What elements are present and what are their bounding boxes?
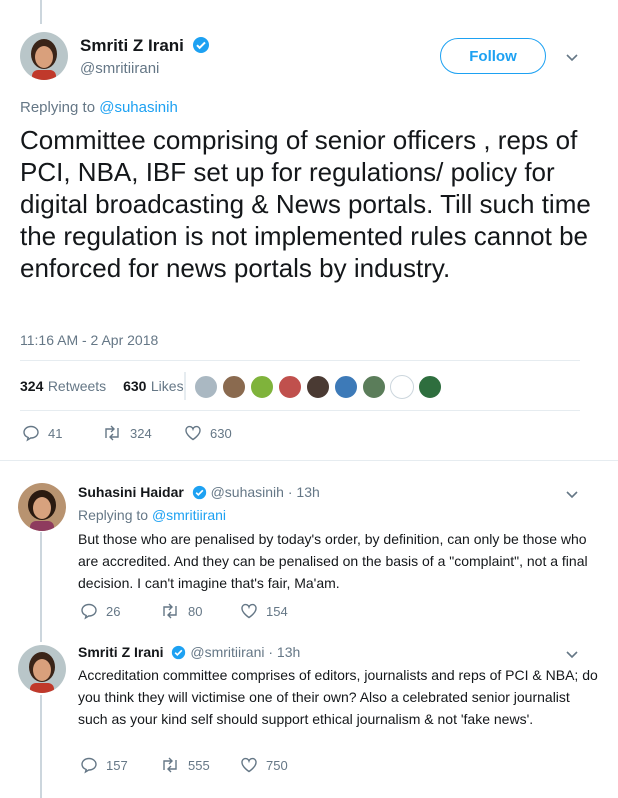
- reply-time[interactable]: 13h: [277, 644, 300, 660]
- follow-button[interactable]: Follow: [440, 38, 546, 74]
- liker-avatar[interactable]: [418, 375, 442, 399]
- replying-to-label: Replying to: [78, 507, 149, 523]
- reply-avatar[interactable]: [18, 645, 66, 693]
- reply-count: 41: [48, 425, 63, 441]
- liker-avatar[interactable]: [390, 375, 414, 399]
- retweet-count-label[interactable]: Retweets: [48, 378, 106, 394]
- retweet-button[interactable]: 555: [160, 756, 210, 774]
- divider: [20, 410, 580, 411]
- separator: ·: [268, 644, 274, 660]
- reply-author-handle[interactable]: @smritiirani: [190, 644, 264, 660]
- retweet-button[interactable]: 80: [160, 602, 202, 620]
- like-button[interactable]: 630: [184, 424, 232, 442]
- chevron-down-icon[interactable]: [564, 646, 580, 662]
- retweet-count[interactable]: 324: [20, 378, 43, 394]
- like-icon: [241, 603, 257, 619]
- reply-icon: [23, 425, 39, 442]
- reply-text: But those who are penalised by today's o…: [78, 531, 588, 591]
- like-count-action: 630: [210, 425, 232, 441]
- verified-badge-icon: [192, 485, 207, 503]
- tweet-text: Committee comprising of senior officers …: [20, 125, 591, 283]
- divider: [20, 360, 580, 361]
- like-count: 750: [266, 757, 288, 773]
- reply-author-name[interactable]: Suhasini Haidar: [78, 484, 184, 500]
- like-icon: [185, 425, 201, 441]
- separator: ·: [287, 484, 293, 500]
- reply-button[interactable]: 157: [80, 756, 128, 774]
- tweet-stats: 324 Retweets 630 Likes: [20, 378, 184, 396]
- reply-icon: [81, 757, 97, 774]
- retweet-icon: [163, 603, 177, 619]
- retweet-count: 555: [188, 757, 210, 773]
- like-count[interactable]: 630: [123, 378, 146, 394]
- reply-time[interactable]: 13h: [296, 484, 319, 500]
- replying-to-handle-link[interactable]: @suhasinih: [99, 99, 178, 116]
- like-icon: [241, 757, 257, 773]
- liker-avatar[interactable]: [250, 375, 274, 399]
- liker-avatar[interactable]: [194, 375, 218, 399]
- reply-text: Accreditation committee comprises of edi…: [78, 667, 598, 727]
- like-button[interactable]: 750: [240, 756, 288, 774]
- like-count: 154: [266, 603, 288, 619]
- author-handle[interactable]: @smritiirani: [80, 60, 159, 77]
- divider: [0, 460, 618, 461]
- tweet-timestamp[interactable]: 11:16 AM - 2 Apr 2018: [20, 332, 158, 348]
- verified-badge-icon: [171, 645, 186, 663]
- liker-avatar[interactable]: [222, 375, 246, 399]
- liker-avatar[interactable]: [278, 375, 302, 399]
- reply-avatar[interactable]: [18, 483, 66, 531]
- thread-line-reply: [40, 532, 42, 642]
- reply-author-name[interactable]: Smriti Z Irani: [78, 644, 164, 660]
- reply-author-handle[interactable]: @suhasinih: [211, 484, 284, 500]
- reply-count: 26: [106, 603, 121, 619]
- reply-icon: [81, 603, 97, 620]
- reply-button[interactable]: 41: [22, 424, 62, 442]
- retweet-button[interactable]: 324: [102, 424, 152, 442]
- replying-to-handle-link[interactable]: @smritiirani: [152, 507, 226, 523]
- thread-line-bottom: [40, 695, 42, 798]
- retweet-count: 80: [188, 603, 203, 619]
- reply-count: 157: [106, 757, 128, 773]
- liker-avatar[interactable]: [306, 375, 330, 399]
- verified-badge-icon: [192, 36, 210, 59]
- liker-avatar[interactable]: [334, 375, 358, 399]
- author-avatar[interactable]: [20, 32, 68, 80]
- chevron-down-icon[interactable]: [564, 49, 580, 65]
- replying-to-label: Replying to: [20, 99, 96, 116]
- retweet-icon: [163, 757, 177, 773]
- reply-button[interactable]: 26: [80, 602, 120, 620]
- like-count-label[interactable]: Likes: [151, 378, 184, 394]
- retweet-icon: [105, 425, 119, 441]
- retweet-count: 324: [130, 425, 152, 441]
- liker-avatar[interactable]: [362, 375, 386, 399]
- stats-separator: [184, 372, 186, 400]
- chevron-down-icon[interactable]: [564, 486, 580, 502]
- thread-line-top: [40, 0, 42, 24]
- author-name[interactable]: Smriti Z Irani: [80, 36, 184, 55]
- like-button[interactable]: 154: [240, 602, 288, 620]
